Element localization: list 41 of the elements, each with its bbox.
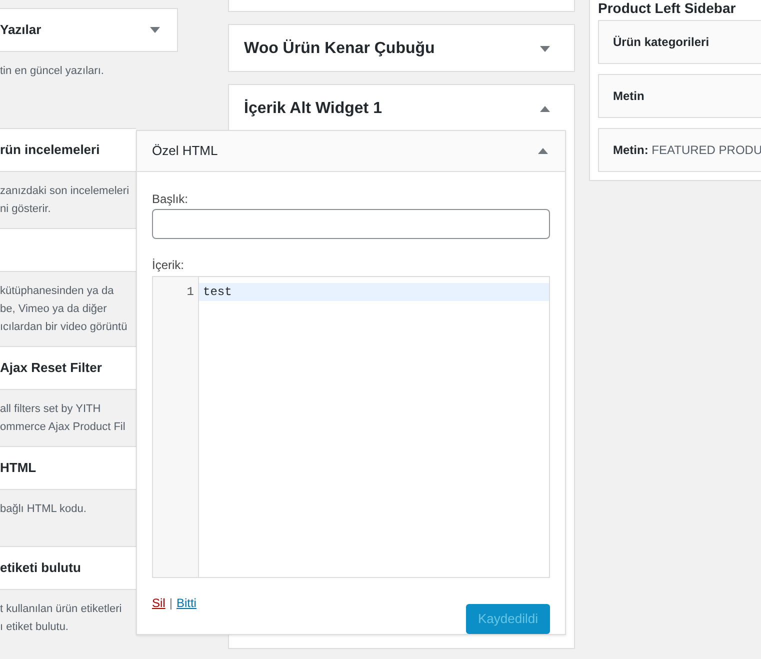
widget-description: ni gösterir.: [0, 202, 51, 217]
widget-description: be, Vimeo ya da diğer: [0, 302, 107, 317]
widget-item[interactable]: Metin: FEATURED PRODU: [598, 128, 761, 172]
widget-title-bar[interactable]: HTML: [0, 446, 136, 490]
widget-title-bar[interactable]: Yazılar: [0, 8, 178, 52]
widget-title: HTML: [0, 459, 36, 478]
caret-down-icon[interactable]: [150, 27, 160, 33]
code-editor[interactable]: 1 test: [152, 276, 550, 578]
widget-form-header[interactable]: Özel HTML: [137, 131, 565, 172]
sidebar-title[interactable]: İçerik Alt Widget 1: [244, 97, 382, 121]
widget-description: ommerce Ajax Product Fil: [0, 420, 126, 435]
widget-description: tin en güncel yazıları.: [0, 64, 104, 79]
widget-description: ı etiket bulutu.: [0, 620, 68, 635]
caret-up-icon[interactable]: [540, 106, 550, 112]
widget-description: zanızdaki son incelemeleri: [0, 184, 130, 199]
widget-description: all filters set by YITH: [0, 402, 101, 417]
widget-title-bar[interactable]: rün incelemeleri: [0, 128, 136, 172]
widget-item[interactable]: Metin: [598, 74, 761, 118]
done-link[interactable]: Bitti: [176, 594, 196, 612]
widget-description: ıcılardan bir video görüntü: [0, 320, 128, 335]
widget-title: Yazılar: [0, 21, 42, 40]
widget-title: etiketi bulutu: [0, 559, 81, 578]
field-label: İçerik:: [152, 257, 186, 273]
sidebar-title[interactable]: Woo Ürün Kenar Çubuğu: [244, 37, 435, 61]
widget-title: Ajax Reset Filter: [0, 359, 102, 378]
sidebar-title[interactable]: Product Left Sidebar: [598, 0, 761, 16]
widget-item[interactable]: Ürün kategorileri: [598, 20, 761, 64]
widget-form-title: Özel HTML: [152, 142, 218, 160]
caret-up-icon[interactable]: [538, 148, 548, 154]
field-label: Başlık:: [152, 191, 190, 207]
widget-description: t kullanılan ürün etiketleri: [0, 602, 122, 617]
title-input-field[interactable]: [152, 209, 550, 239]
caret-down-icon[interactable]: [540, 46, 550, 52]
link-separator: |: [169, 595, 172, 612]
widget-description: bağlı HTML kodu.: [0, 502, 86, 517]
delete-link[interactable]: Sil: [152, 594, 166, 612]
widget-title: rün incelemeleri: [0, 141, 100, 160]
widget-title-bar[interactable]: Ajax Reset Filter: [0, 346, 136, 390]
line-number: 1: [186, 284, 195, 301]
widget-description: kütüphanesinden ya da: [0, 284, 114, 299]
widget-title-bar[interactable]: etiketi bulutu: [0, 546, 136, 590]
